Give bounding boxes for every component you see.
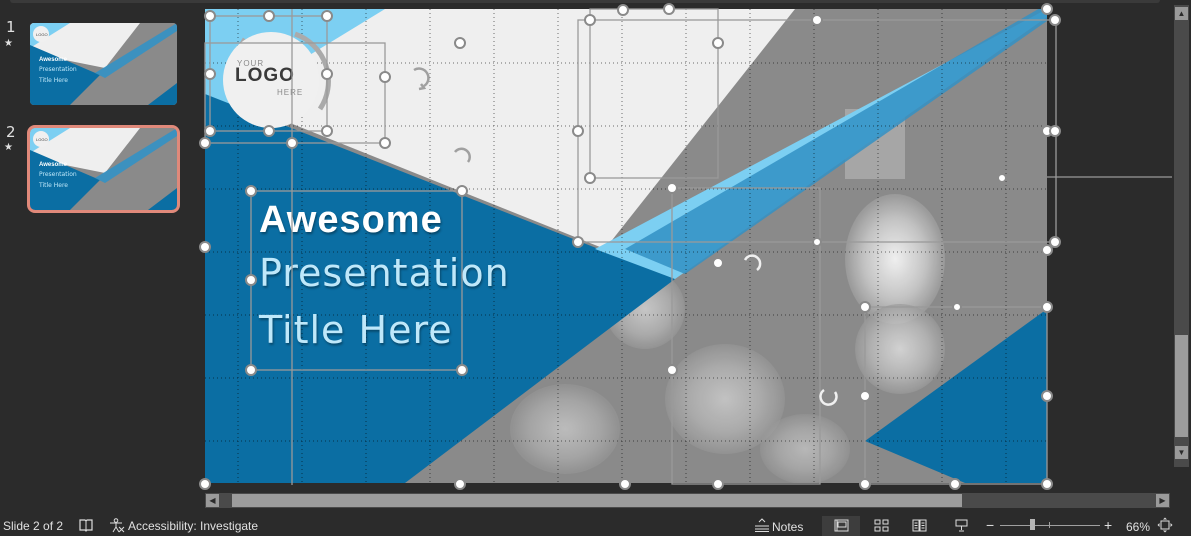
title-textbox[interactable]: Awesome Presentation Title Here (259, 195, 679, 359)
title-line-awesome[interactable]: Awesome (259, 195, 679, 245)
accessibility-icon[interactable] (109, 518, 125, 533)
zoom-in-button[interactable]: + (1104, 517, 1112, 533)
slide-thumbnail-2[interactable]: LOGO Awesome Presentation Title Here (27, 125, 180, 213)
vertical-scroll-thumb[interactable] (1175, 335, 1188, 437)
logo-text-here: HERE (277, 88, 304, 97)
zoom-slider-knob[interactable] (1030, 519, 1035, 530)
animation-star-icon: ★ (4, 142, 13, 153)
thumb-number-1: 1 (6, 18, 16, 36)
ribbon-strip (10, 0, 1160, 3)
title-line-title-here[interactable]: Title Here (259, 302, 679, 359)
scroll-left-button[interactable]: ◀ (206, 494, 219, 507)
thumbnail-2-graphic: LOGO Awesome Presentation Title Here (30, 128, 177, 210)
reading-view-icon (912, 519, 927, 532)
scroll-down-button[interactable]: ▼ (1175, 446, 1188, 459)
slide-thumbnails-pane[interactable]: 1 ★ LOGO Awesome Presentation Title Here… (0, 5, 198, 505)
slide-thumbnail-1[interactable]: LOGO Awesome Presentation Title Here (30, 23, 177, 105)
slide-canvas[interactable]: YOUR LOGO HERE Awesome Presentation Titl… (205, 9, 1047, 483)
accessibility-status[interactable]: Accessibility: Investigate (128, 519, 258, 533)
spelling-check-icon[interactable] (79, 518, 93, 532)
thumb-line2: Presentation (39, 66, 77, 73)
normal-view-icon (834, 519, 849, 532)
thumb-line2: Presentation (39, 171, 77, 178)
thumb-number-2: 2 (6, 123, 16, 141)
scroll-right-button[interactable]: ▶ (1156, 494, 1169, 507)
zoom-slider-track[interactable] (1000, 525, 1100, 526)
horizontal-scrollbar[interactable]: ◀ ▶ (205, 493, 1170, 508)
thumb-logo: LOGO (36, 32, 48, 37)
thumb-line3: Title Here (38, 77, 68, 84)
slide-show-button[interactable] (942, 516, 980, 536)
scroll-up-button[interactable]: ▲ (1175, 7, 1188, 20)
zoom-slider-midmark (1049, 522, 1050, 528)
slide-sorter-icon (874, 519, 889, 532)
zoom-level[interactable]: 66% (1126, 520, 1150, 534)
zoom-out-button[interactable]: − (986, 517, 994, 533)
thumb-logo: LOGO (36, 137, 48, 142)
notes-button[interactable]: Notes (772, 520, 803, 534)
animation-star-icon: ★ (4, 38, 13, 49)
thumb-line1: Awesome (39, 162, 68, 168)
status-bar: Slide 2 of 2 Accessibility: Investigate … (0, 515, 1191, 536)
reading-view-button[interactable] (900, 516, 938, 536)
fit-to-window-icon[interactable] (1157, 517, 1173, 533)
thumb-line1: Awesome (39, 57, 68, 63)
slide-indicator: Slide 2 of 2 (3, 519, 64, 533)
thumbnail-1-graphic: LOGO Awesome Presentation Title Here (30, 23, 177, 105)
title-line-presentation[interactable]: Presentation (259, 245, 679, 302)
slide-sorter-button[interactable] (862, 516, 900, 536)
normal-view-button[interactable] (822, 516, 860, 536)
slide-show-icon (955, 519, 968, 532)
logo-text-main: LOGO (235, 65, 295, 86)
vertical-scrollbar[interactable]: ▲ ▼ (1174, 5, 1189, 467)
thumb-line3: Title Here (38, 182, 68, 189)
horizontal-scroll-thumb[interactable] (232, 494, 962, 507)
notes-icon[interactable] (754, 518, 770, 532)
